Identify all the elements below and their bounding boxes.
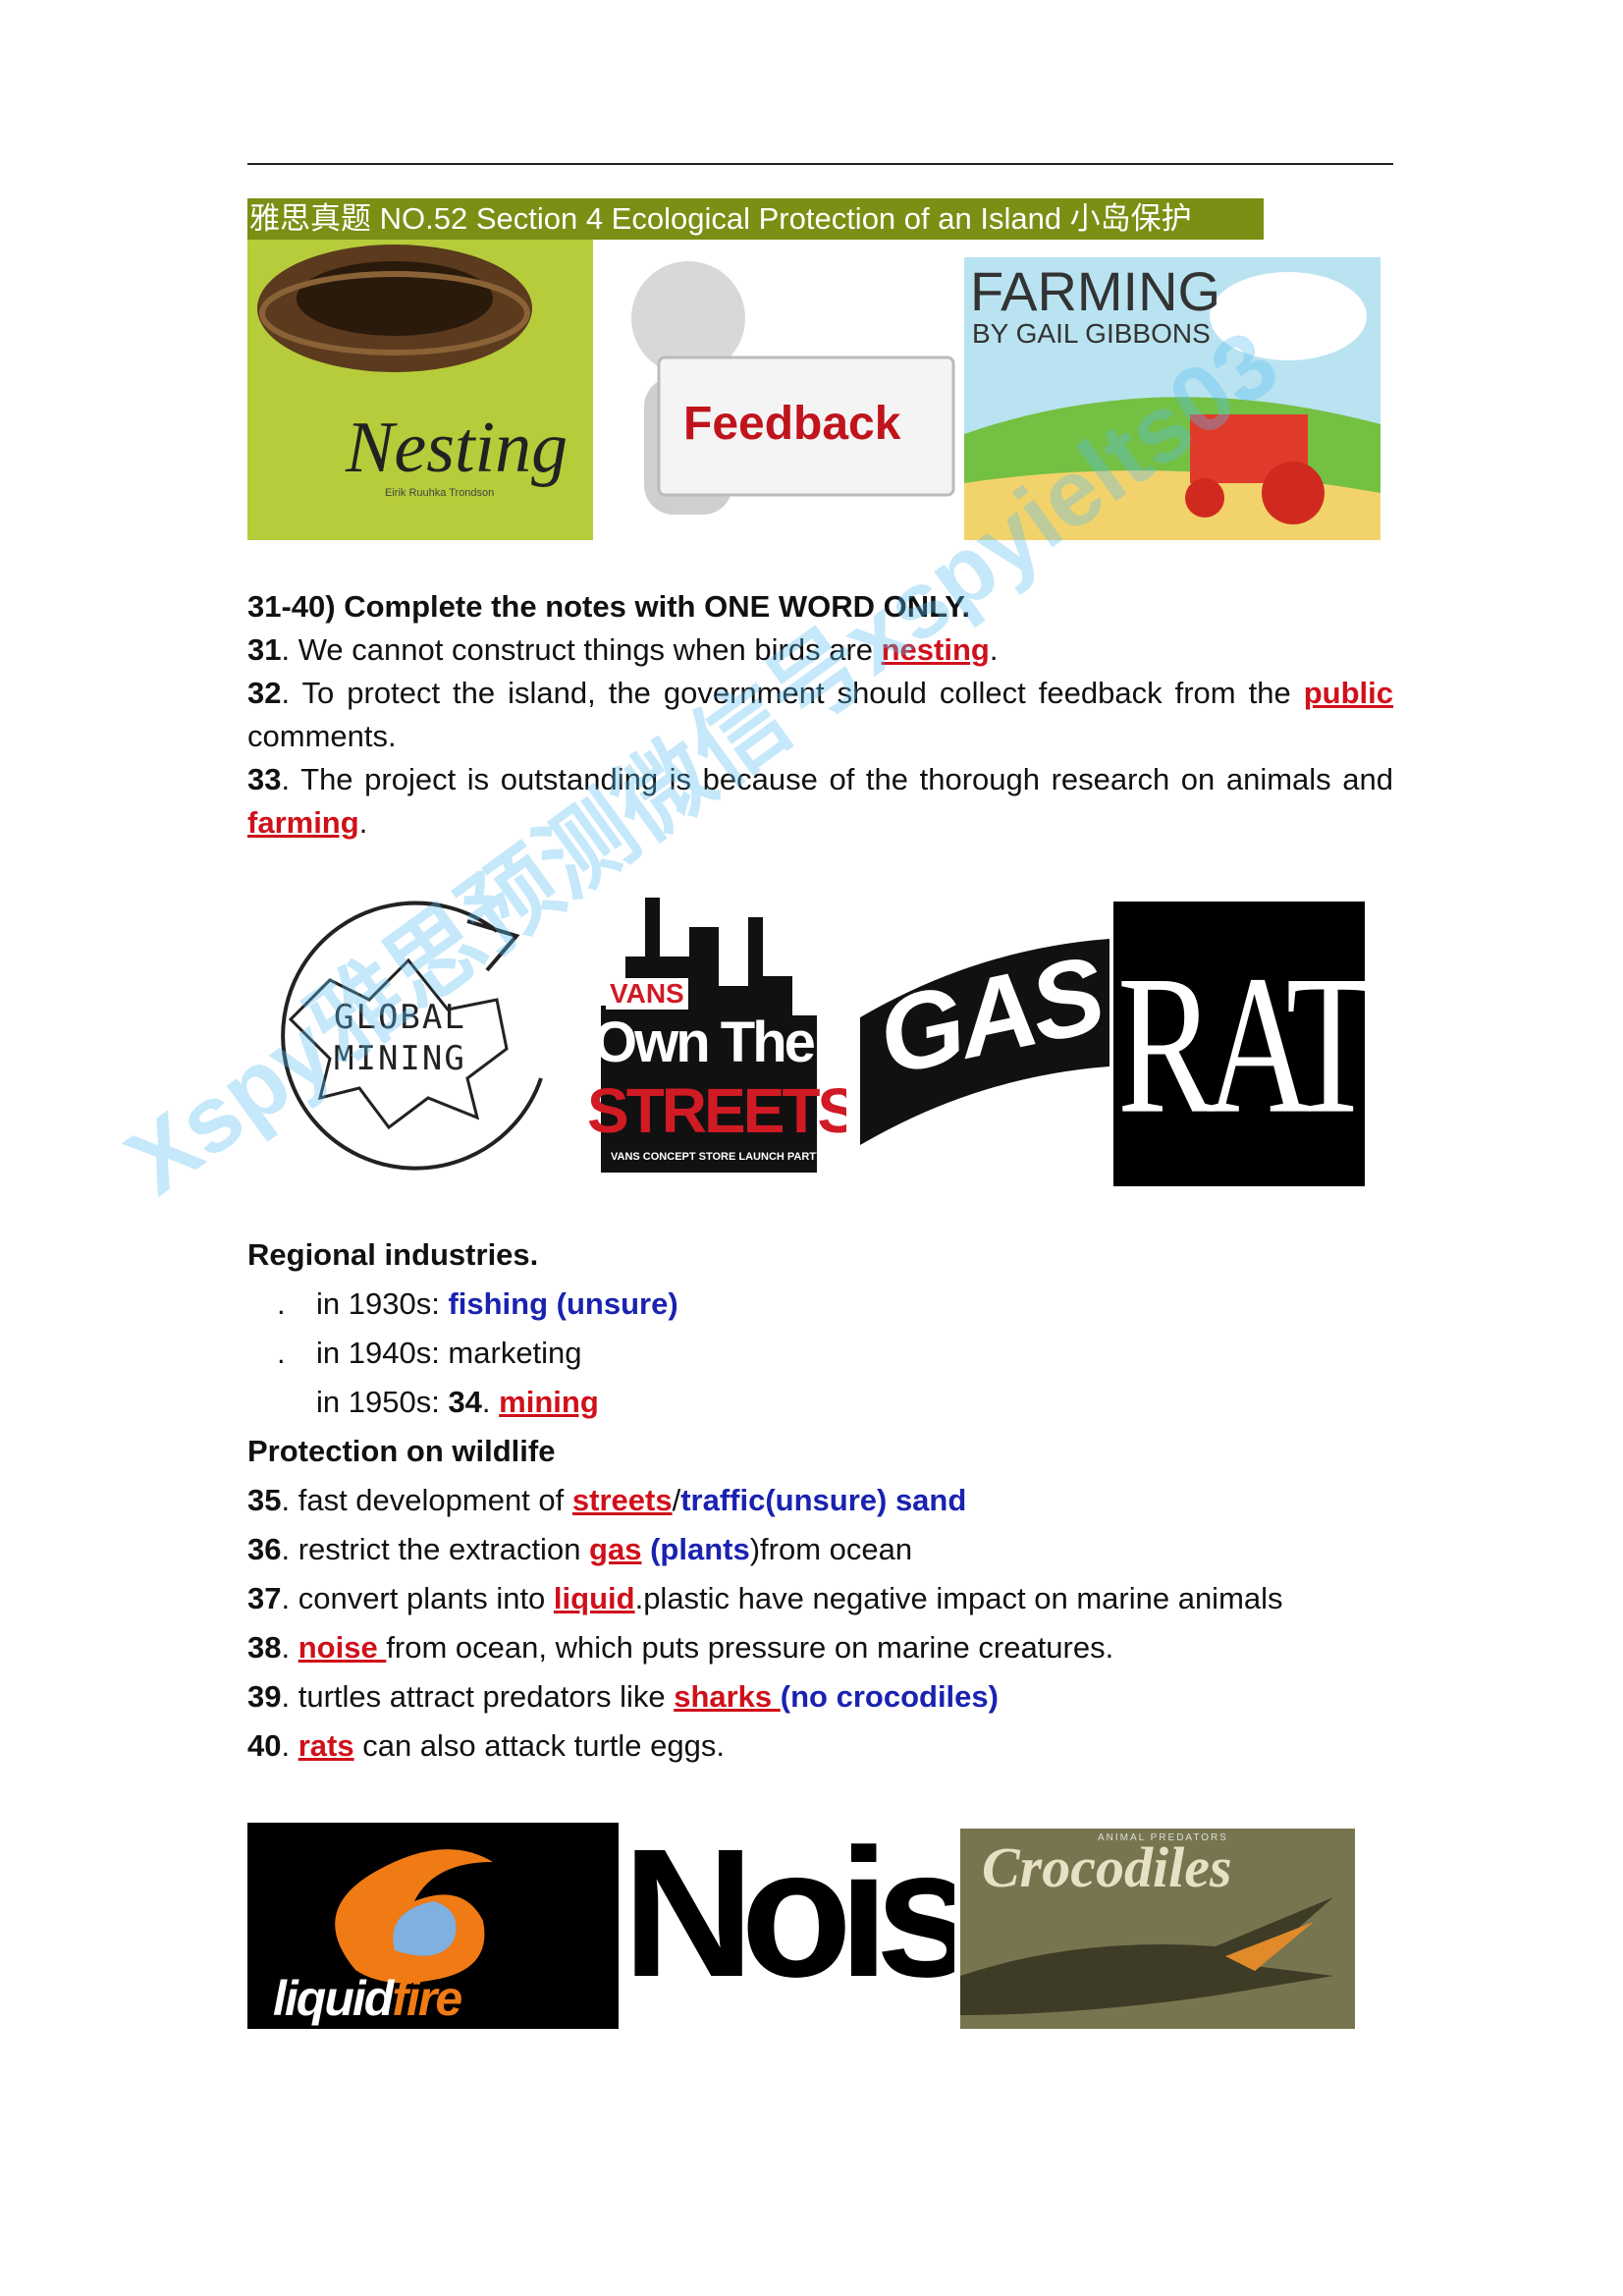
top-rule: [247, 163, 1393, 165]
gas-logo: GAS: [860, 939, 1109, 1145]
crocodiles-image: ANIMAL PREDATORS Crocodiles: [960, 1829, 1355, 2029]
q36-answer: gas: [589, 1532, 642, 1566]
q36-text: . restrict the extraction: [281, 1532, 590, 1566]
feedback-image: Feedback: [595, 240, 958, 540]
q39-number: 39: [247, 1679, 282, 1714]
q32-text: . To protect the island, the government …: [281, 676, 1304, 710]
r1950-dot: .: [481, 1385, 500, 1419]
vans-line2: STREETS: [587, 1075, 846, 1146]
q33-answer-line: farming.: [247, 803, 367, 843]
q37-tail: .plastic have negative impact on marine …: [634, 1581, 1283, 1615]
noise-label: Noise: [624, 1827, 954, 2015]
q33-end: .: [358, 805, 368, 840]
question-35: 35. fast development of streets/traffic(…: [247, 1481, 966, 1520]
q36-number: 36: [247, 1532, 282, 1566]
question-40: 40. rats can also attack turtle eggs.: [247, 1726, 725, 1766]
regional-heading: Regional industries.: [247, 1237, 539, 1272]
regional-1950: in 1950s: 34. mining: [316, 1383, 599, 1422]
vans-small: VANS CONCEPT STORE LAUNCH PARTY: [611, 1151, 824, 1163]
q32-continuation: comments.: [247, 719, 397, 753]
page-title: 雅思真题 NO.52 Section 4 Ecological Protecti…: [247, 198, 1264, 240]
vans-line1: Own The: [593, 1011, 816, 1074]
farming-title: FARMING: [970, 260, 1221, 322]
liquidfire-part1: liquid: [273, 1971, 394, 2026]
farming-byline: BY GAIL GIBBONS: [972, 318, 1211, 349]
liquidfire-part2: fire: [392, 1971, 462, 2026]
global-mining-logo: GLOBAL MINING: [251, 892, 558, 1186]
question-38: 38. noise from ocean, which puts pressur…: [247, 1628, 1113, 1667]
nesting-title: Nesting: [346, 408, 568, 488]
q35-text: . fast development of: [281, 1483, 572, 1517]
q31-number: 31: [247, 632, 282, 667]
q31-end: .: [989, 632, 999, 667]
q32-answer: public: [1303, 676, 1393, 710]
q34-answer: mining: [499, 1385, 599, 1419]
question-33: 33. The project is outstanding is becaus…: [247, 760, 1393, 799]
liquidfire-logo: liquidfire: [247, 1823, 619, 2029]
bullet-1930: .: [277, 1286, 286, 1321]
q39-alt: (no crocodiles): [780, 1679, 999, 1714]
figure-holding-sign: [631, 261, 955, 515]
global-mining-line1: GLOBAL: [334, 998, 466, 1037]
question-39: 39. turtles attract predators like shark…: [247, 1677, 999, 1717]
nesting-image: Nesting Eirik Ruuhka Trondson: [247, 240, 593, 540]
q35-answer: streets: [571, 1483, 673, 1517]
q40-tail: can also attack turtle eggs.: [353, 1728, 725, 1763]
noise-image: Noise: [624, 1827, 954, 2029]
q37-text: . convert plants into: [281, 1581, 554, 1615]
q40-number: 40: [247, 1728, 282, 1763]
q38-text: .: [281, 1630, 298, 1665]
question-37: 37. convert plants into liquid.plastic h…: [247, 1579, 1283, 1618]
q31-text: . We cannot construct things when birds …: [281, 632, 882, 667]
feedback-label: Feedback: [683, 398, 901, 450]
question-31: 31. We cannot construct things when bird…: [247, 630, 998, 670]
question-36: 36. restrict the extraction gas (plants)…: [247, 1530, 912, 1569]
nesting-subtitle: Eirik Ruuhka Trondson: [385, 487, 495, 499]
q36-alt: (plants: [641, 1532, 750, 1566]
global-mining-line2: MINING: [334, 1039, 466, 1078]
q39-answer: sharks: [674, 1679, 781, 1714]
regional-1940: in 1940s: marketing: [316, 1336, 582, 1370]
q35-slash: /: [672, 1483, 681, 1517]
q31-answer: nesting: [881, 632, 990, 667]
vans-brand: VANS: [606, 978, 688, 1010]
q32-number: 32: [247, 676, 282, 710]
q35-alt: traffic(unsure) sand: [680, 1483, 967, 1517]
q35-number: 35: [247, 1483, 282, 1517]
q37-answer: liquid: [553, 1581, 635, 1615]
q34-number: 34: [448, 1385, 482, 1419]
q38-number: 38: [247, 1630, 282, 1665]
vans-streets-image: VANS Own The STREETS VANS CONCEPT STORE …: [581, 888, 846, 1173]
rats-image: RATS: [1113, 902, 1365, 1186]
q33-answer: farming: [247, 805, 359, 840]
q37-number: 37: [247, 1581, 282, 1615]
instruction-text: 31-40) Complete the notes with ONE WORD …: [247, 589, 971, 624]
r1950-label: in 1950s:: [316, 1385, 449, 1419]
q39-text: . turtles attract predators like: [281, 1679, 675, 1714]
wildlife-heading: Protection on wildlife: [247, 1434, 556, 1468]
liquidfire-text: liquidfire: [273, 1970, 462, 2027]
q33-text: . The project is outstanding is because …: [281, 762, 1393, 796]
q40-text: .: [281, 1728, 298, 1763]
bullet-1940: .: [277, 1336, 286, 1370]
crocodiles-label: Crocodiles: [982, 1835, 1232, 1899]
q38-tail: from ocean, which puts pressure on marin…: [386, 1630, 1114, 1665]
q40-answer: rats: [298, 1728, 354, 1763]
r1930-value: fishing (unsure): [448, 1286, 678, 1321]
r1930-label: in 1930s:: [316, 1286, 449, 1321]
q38-answer: noise: [298, 1630, 387, 1665]
rats-label: RATS: [1117, 935, 1365, 1156]
q33-number: 33: [247, 762, 282, 796]
q36-tail: )from ocean: [749, 1532, 913, 1566]
question-32: 32. To protect the island, the governmen…: [247, 674, 1393, 713]
farming-image: FARMING BY GAIL GIBBONS: [964, 257, 1380, 540]
regional-1930: in 1930s: fishing (unsure): [316, 1285, 678, 1324]
